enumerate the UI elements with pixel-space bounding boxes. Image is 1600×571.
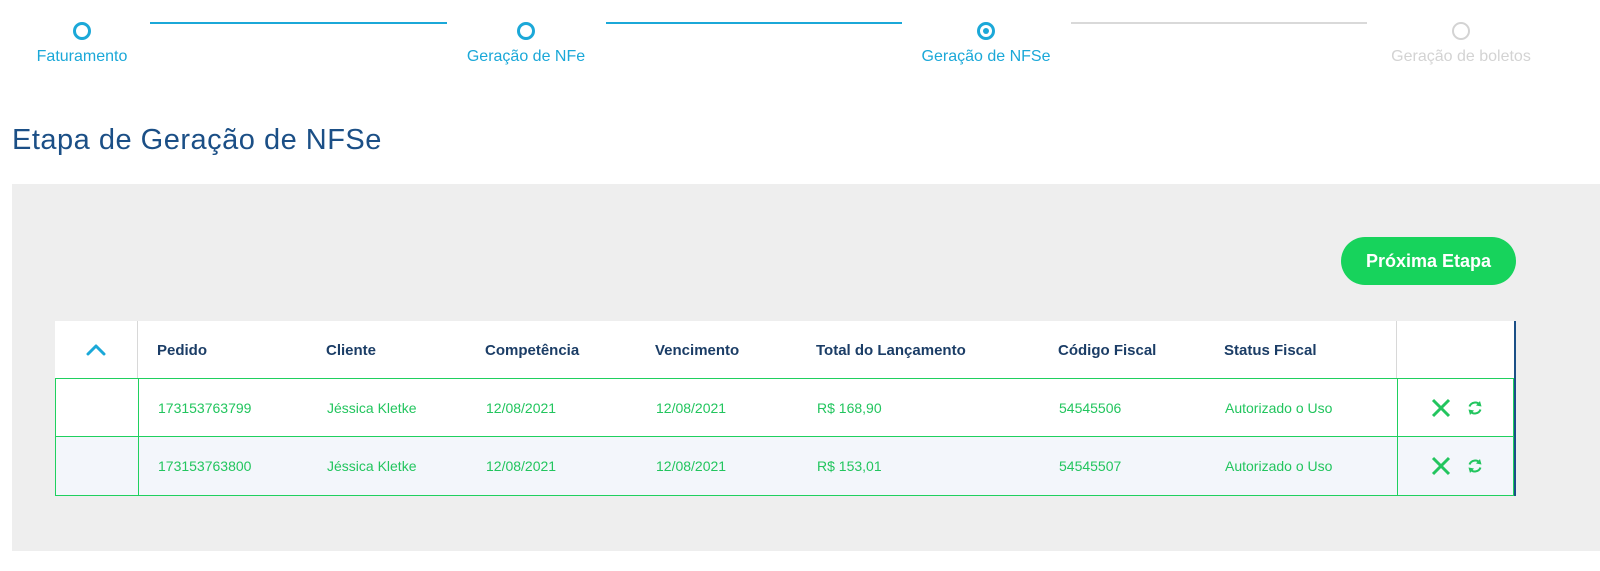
cell-cliente: Jéssica Kletke [327,399,417,416]
row-actions [1397,437,1515,495]
step-circle-icon [1452,22,1470,40]
cell-total: R$ 153,01 [817,458,882,474]
step-geracao-nfe[interactable]: Geração de NFe [461,22,591,66]
row-select-cell[interactable] [56,437,139,495]
header-vencimento[interactable]: Vencimento [655,321,739,379]
step-circle-icon [517,22,535,40]
step-label: Geração de NFSe [921,48,1051,65]
cell-pedido: 173153763800 [158,458,252,474]
step-current-circle-icon [977,22,995,40]
header-actions [1396,321,1514,379]
refresh-icon[interactable] [1466,399,1484,417]
cell-total: R$ 168,90 [817,399,882,416]
step-connector [606,22,902,24]
row-select-cell[interactable] [56,379,139,436]
cancel-x-icon[interactable] [1430,455,1452,477]
cell-competencia: 12/08/2021 [486,458,557,474]
cell-vencimento: 12/08/2021 [656,458,727,474]
table-row[interactable]: 173153763799 Jéssica Kletke 12/08/2021 1… [55,378,1514,437]
row-actions [1397,379,1515,436]
step-connector [150,22,447,24]
next-step-button[interactable]: Próxima Etapa [1341,237,1516,285]
header-total[interactable]: Total do Lançamento [816,321,966,379]
page-title: Etapa de Geração de NFSe [12,124,382,156]
header-competencia[interactable]: Competência [485,321,579,379]
table-header: Pedido Cliente Competência Vencimento To… [55,321,1514,380]
header-codigo-fiscal[interactable]: Código Fiscal [1058,321,1156,379]
step-label: Geração de boletos [1391,48,1531,65]
step-circle-icon [73,22,91,40]
step-label: Faturamento [36,48,128,65]
cell-codigo-fiscal: 54545507 [1059,458,1122,474]
cell-status-fiscal: Autorizado o Uso [1225,399,1333,416]
progress-stepper: Faturamento Geração de NFe Geração de NF… [0,0,1600,90]
cell-competencia: 12/08/2021 [486,399,557,416]
step-connector [1071,22,1367,24]
step-geracao-boletos[interactable]: Geração de boletos [1384,22,1538,66]
chevron-up-icon[interactable] [86,344,106,356]
header-cliente[interactable]: Cliente [326,321,376,379]
cancel-x-icon[interactable] [1430,397,1452,419]
step-geracao-nfse[interactable]: Geração de NFSe [916,22,1056,66]
step-label: Geração de NFe [466,48,586,65]
header-status-fiscal[interactable]: Status Fiscal [1224,321,1317,379]
step-faturamento[interactable]: Faturamento [32,22,132,66]
collapse-toggle[interactable] [55,321,138,379]
content-panel: Próxima Etapa Pedido Cliente Competência… [12,184,1600,551]
table-row[interactable]: 173153763800 Jéssica Kletke 12/08/2021 1… [55,436,1514,496]
cell-cliente: Jéssica Kletke [327,458,417,474]
nfse-table: Pedido Cliente Competência Vencimento To… [55,321,1516,496]
cell-pedido: 173153763799 [158,399,252,416]
header-pedido[interactable]: Pedido [157,321,207,379]
cell-vencimento: 12/08/2021 [656,399,727,416]
cell-status-fiscal: Autorizado o Uso [1225,458,1333,474]
refresh-icon[interactable] [1466,457,1484,475]
cell-codigo-fiscal: 54545506 [1059,399,1122,416]
